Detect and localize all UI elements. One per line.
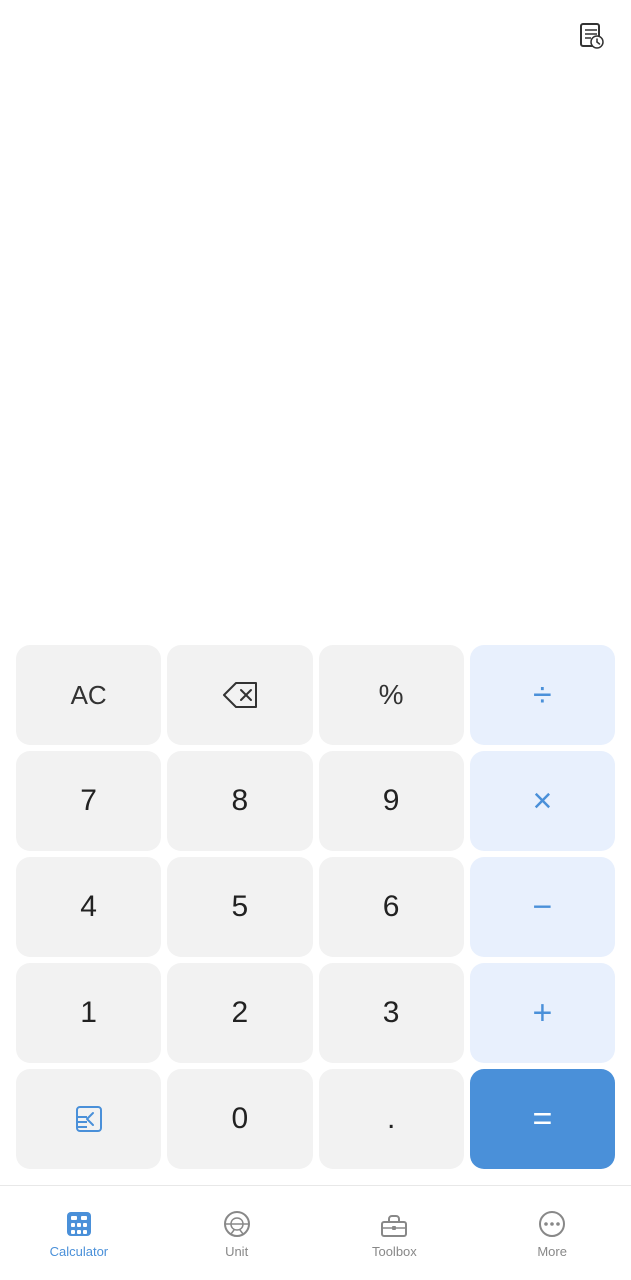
history-icon[interactable] — [571, 16, 611, 56]
backspace-button[interactable] — [167, 645, 312, 745]
nav-more[interactable]: More — [473, 1186, 631, 1280]
eight-button[interactable]: 8 — [167, 751, 312, 851]
multiply-button[interactable]: × — [470, 751, 615, 851]
nine-button[interactable]: 9 — [319, 751, 464, 851]
display-area — [0, 0, 631, 637]
more-nav-icon — [536, 1208, 568, 1240]
six-button[interactable]: 6 — [319, 857, 464, 957]
nav-unit-label: Unit — [225, 1244, 248, 1259]
percent-button[interactable]: % — [319, 645, 464, 745]
bottom-nav: Calculator Unit Toolbox — [0, 1185, 631, 1280]
nav-more-label: More — [537, 1244, 567, 1259]
ac-button[interactable]: AC — [16, 645, 161, 745]
nav-toolbox-label: Toolbox — [372, 1244, 417, 1259]
toolbox-nav-icon — [378, 1208, 410, 1240]
two-button[interactable]: 2 — [167, 963, 312, 1063]
minus-button[interactable]: − — [470, 857, 615, 957]
three-button[interactable]: 3 — [319, 963, 464, 1063]
zero-button[interactable]: 0 — [167, 1069, 312, 1169]
calculator-nav-icon — [63, 1208, 95, 1240]
equals-button[interactable]: = — [470, 1069, 615, 1169]
nav-toolbox[interactable]: Toolbox — [316, 1186, 474, 1280]
five-button[interactable]: 5 — [167, 857, 312, 957]
corner-button[interactable] — [16, 1069, 161, 1169]
calculator-body: AC % ÷ 7 8 9 × 4 5 6 − 1 2 3 + — [0, 637, 631, 1185]
unit-nav-icon — [221, 1208, 253, 1240]
decimal-button[interactable]: . — [319, 1069, 464, 1169]
nav-calculator[interactable]: Calculator — [0, 1186, 158, 1280]
divide-button[interactable]: ÷ — [470, 645, 615, 745]
top-bar — [551, 0, 631, 72]
nav-unit[interactable]: Unit — [158, 1186, 316, 1280]
plus-button[interactable]: + — [470, 963, 615, 1063]
nav-calculator-label: Calculator — [50, 1244, 109, 1259]
one-button[interactable]: 1 — [16, 963, 161, 1063]
four-button[interactable]: 4 — [16, 857, 161, 957]
calc-grid: AC % ÷ 7 8 9 × 4 5 6 − 1 2 3 + — [8, 637, 623, 1177]
seven-button[interactable]: 7 — [16, 751, 161, 851]
